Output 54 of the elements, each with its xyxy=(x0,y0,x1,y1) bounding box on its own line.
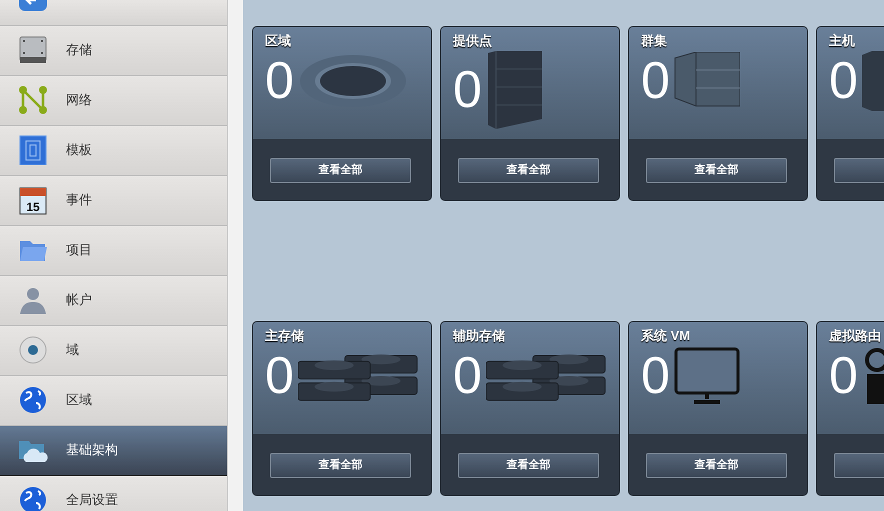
card-title: 提供点 xyxy=(453,32,493,50)
card-count: 0 xyxy=(641,50,670,110)
card-count: 0 xyxy=(265,50,294,110)
view-all-button[interactable]: 查看全部 xyxy=(458,158,599,183)
globe-icon xyxy=(18,385,48,415)
box-icon xyxy=(674,52,740,110)
sidebar-item[interactable]: 区域 xyxy=(0,376,227,426)
disc-icon xyxy=(18,335,48,365)
card-count: 0 xyxy=(453,346,482,406)
card-title: 主机 xyxy=(829,32,856,50)
sidebar-label: 基础架构 xyxy=(66,441,118,460)
user-icon xyxy=(18,285,48,315)
hard-drive-icon xyxy=(18,35,48,65)
view-all-button[interactable]: 查看全部 xyxy=(270,453,411,478)
card-title: 主存储 xyxy=(265,327,305,345)
sidebar-label: 事件 xyxy=(66,191,92,210)
view-all-button[interactable]: 查看全部 xyxy=(458,453,599,478)
sidebar-label: 网络 xyxy=(66,91,92,110)
rack-icon xyxy=(486,50,544,128)
view-all-button[interactable]: 查看全部 xyxy=(646,158,787,183)
sidebar-label: 项目 xyxy=(66,241,92,260)
card-count: 0 xyxy=(265,346,294,406)
sidebar-item[interactable]: 域 xyxy=(0,326,227,376)
sidebar-label: 模板 xyxy=(66,141,92,160)
card-count: 0 xyxy=(829,50,858,110)
sidebar-item[interactable]: 存储 xyxy=(0,26,227,76)
sidebar-item[interactable] xyxy=(0,0,227,26)
sidebar-label: 区域 xyxy=(66,391,92,410)
card-title: 群集 xyxy=(641,32,668,50)
calendar-icon: 15 xyxy=(18,185,48,215)
view-all-button[interactable]: 查看全部 xyxy=(646,453,787,478)
network-icon xyxy=(18,85,48,115)
view-all-button[interactable]: 查看全部 xyxy=(270,158,411,183)
sidebar-item[interactable]: 基础架构 xyxy=(0,426,227,476)
sidebar-item[interactable]: 网络 xyxy=(0,76,227,126)
sidebar-item[interactable]: 模板 xyxy=(0,126,227,176)
card-count: 0 xyxy=(641,346,670,406)
card-title: 系统 VM xyxy=(641,327,692,345)
sidebar-label: 全局设置 xyxy=(66,491,118,510)
sidebar-item[interactable]: 全局设置 xyxy=(0,476,227,511)
card-title: 辅助存储 xyxy=(453,327,506,345)
sidebar-item[interactable]: 15 事件 xyxy=(0,176,227,226)
sidebar-label: 帐户 xyxy=(66,291,92,310)
globe-icon xyxy=(18,485,48,511)
sidebar-item[interactable]: 项目 xyxy=(0,226,227,276)
sidebar-item[interactable]: 帐户 xyxy=(0,276,227,326)
card-count: 0 xyxy=(453,60,482,120)
sidebar-label: 存储 xyxy=(66,41,92,60)
card-count: 0 xyxy=(829,346,858,406)
sidebar-label: 域 xyxy=(66,341,79,360)
template-icon xyxy=(18,135,48,165)
card-title: 区域 xyxy=(265,32,292,50)
monitor-icon xyxy=(674,346,740,404)
card-title: 虚拟路由 xyxy=(829,327,882,345)
